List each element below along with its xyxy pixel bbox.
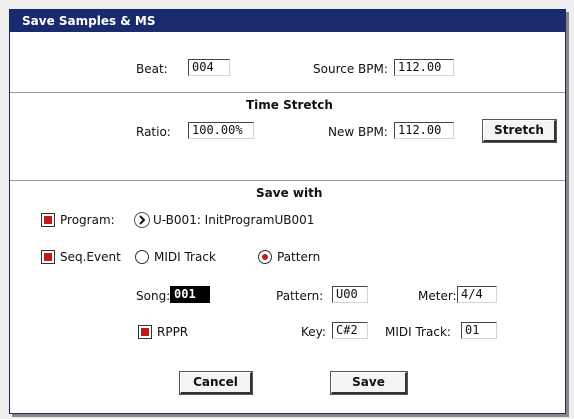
- meter-field[interactable]: 4/4: [457, 286, 497, 303]
- divider: [10, 180, 565, 182]
- midi-track-field[interactable]: 01: [461, 322, 497, 339]
- save-samples-dialog: Save Samples & MS Beat: 004 Source BPM: …: [9, 9, 566, 414]
- pattern-label: Pattern:: [276, 289, 324, 303]
- pattern-field[interactable]: U00: [332, 286, 368, 303]
- midi-track-option-label: MIDI Track: [154, 250, 216, 264]
- new-bpm-label: New BPM:: [328, 125, 388, 139]
- key-field[interactable]: C#2: [332, 322, 368, 339]
- seq-event-checkbox[interactable]: [41, 250, 55, 264]
- dialog-title: Save Samples & MS: [10, 10, 565, 32]
- pattern-radio[interactable]: [258, 250, 272, 264]
- program-value: U-B001: InitProgramUB001: [153, 213, 315, 227]
- pattern-option-label: Pattern: [277, 250, 321, 264]
- source-bpm-label: Source BPM:: [313, 62, 388, 76]
- rppr-label: RPPR: [157, 325, 189, 339]
- program-label: Program:: [60, 213, 115, 227]
- save-with-heading: Save with: [256, 186, 323, 200]
- time-stretch-heading: Time Stretch: [246, 98, 333, 112]
- ratio-field[interactable]: 100.00%: [188, 122, 254, 139]
- program-select-button[interactable]: [134, 212, 150, 228]
- chevron-right-icon: [139, 215, 146, 225]
- song-field[interactable]: 001: [170, 286, 210, 303]
- cancel-button[interactable]: Cancel: [179, 371, 253, 395]
- source-bpm-field[interactable]: 112.00: [394, 59, 454, 76]
- meter-label: Meter:: [418, 289, 457, 303]
- midi-track-label: MIDI Track:: [385, 325, 451, 339]
- rppr-checkbox[interactable]: [138, 325, 152, 339]
- program-checkbox[interactable]: [41, 213, 55, 227]
- new-bpm-field[interactable]: 112.00: [394, 122, 454, 139]
- stretch-button[interactable]: Stretch: [482, 119, 557, 143]
- beat-label: Beat:: [136, 62, 168, 76]
- beat-field[interactable]: 004: [188, 59, 230, 76]
- save-button[interactable]: Save: [330, 371, 408, 395]
- divider: [10, 92, 565, 94]
- midi-track-radio[interactable]: [135, 250, 149, 264]
- seq-event-label: Seq.Event: [60, 250, 121, 264]
- key-label: Key:: [301, 325, 326, 339]
- ratio-label: Ratio:: [136, 125, 171, 139]
- song-label: Song:: [136, 289, 171, 303]
